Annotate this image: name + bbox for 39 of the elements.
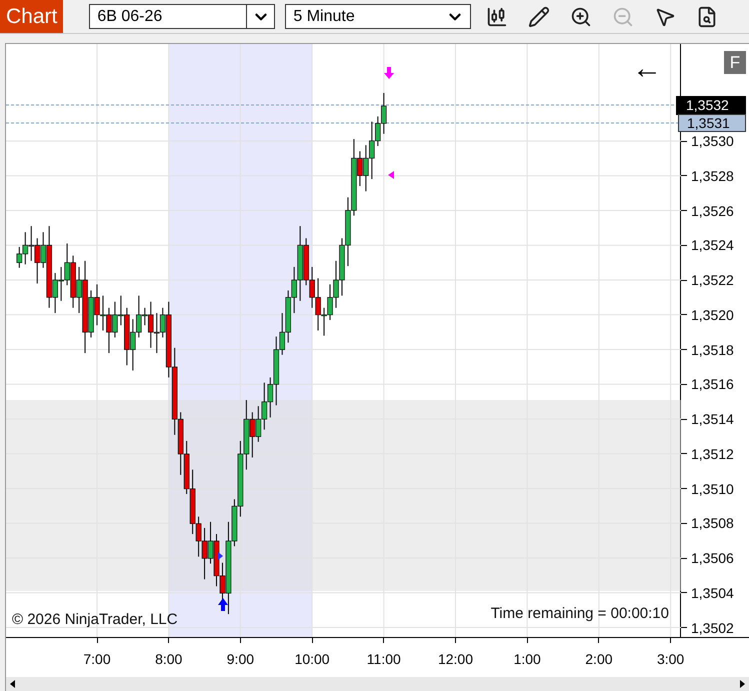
- copyright-text: © 2026 NinjaTrader, LLC: [12, 610, 178, 630]
- horizontal-scrollbar[interactable]: [6, 677, 749, 691]
- f-badge: F: [724, 51, 746, 74]
- time-axis-label: 3:00: [656, 651, 684, 667]
- exit-marker-icon: [388, 171, 394, 179]
- price-axis-label: 1,3508: [691, 515, 734, 532]
- price-axis-label: 1,3516: [691, 376, 734, 392]
- price-axis-label: 1,3530: [691, 133, 734, 149]
- time-axis-label: 8:00: [155, 651, 182, 667]
- chart-title: Chart: [0, 0, 64, 33]
- price-axis-label: 1,3502: [691, 620, 734, 636]
- price-axis-label: 1,3526: [691, 202, 734, 218]
- price-axis-label: 1,3518: [691, 342, 734, 358]
- time-axis-label: 7:00: [83, 651, 111, 667]
- instrument-selector[interactable]: 6B 06-26: [89, 4, 276, 29]
- price-axis-label: 1,3522: [691, 272, 734, 288]
- last-price-tag: 1,3532: [676, 96, 746, 115]
- price-axis-label: 1,3504: [691, 584, 734, 601]
- time-axis-label: 11:00: [366, 651, 401, 667]
- time-axis-label: 1:00: [514, 651, 541, 667]
- time-axis-label: 2:00: [585, 651, 613, 667]
- time-axis-label: 10:00: [294, 651, 330, 667]
- price-axis-label: 1,3514: [691, 411, 734, 427]
- price-axis-label: 1,3506: [691, 550, 734, 566]
- scroll-left-icon: [10, 680, 15, 688]
- price-axis-label: 1,3524: [691, 237, 734, 254]
- buy-arrow-icon: [218, 598, 228, 611]
- price-axis-label: 1,3512: [691, 446, 734, 462]
- time-remaining-text: Time remaining = 00:00:10: [490, 604, 669, 624]
- interval-selector[interactable]: 5 Minute: [285, 4, 472, 29]
- price-axis-label: 1,3528: [691, 168, 734, 184]
- time-axis-label: 12:00: [438, 651, 474, 667]
- back-arrow[interactable]: ←: [632, 54, 662, 84]
- price-axis-label: 1,3510: [691, 480, 734, 496]
- bid-price-tag: 1,3531: [678, 114, 746, 132]
- time-axis-label: 9:00: [226, 651, 254, 667]
- sell-arrow-icon: [384, 67, 394, 79]
- scroll-right-icon: [740, 680, 745, 688]
- price-axis-label: 1,3520: [691, 306, 734, 323]
